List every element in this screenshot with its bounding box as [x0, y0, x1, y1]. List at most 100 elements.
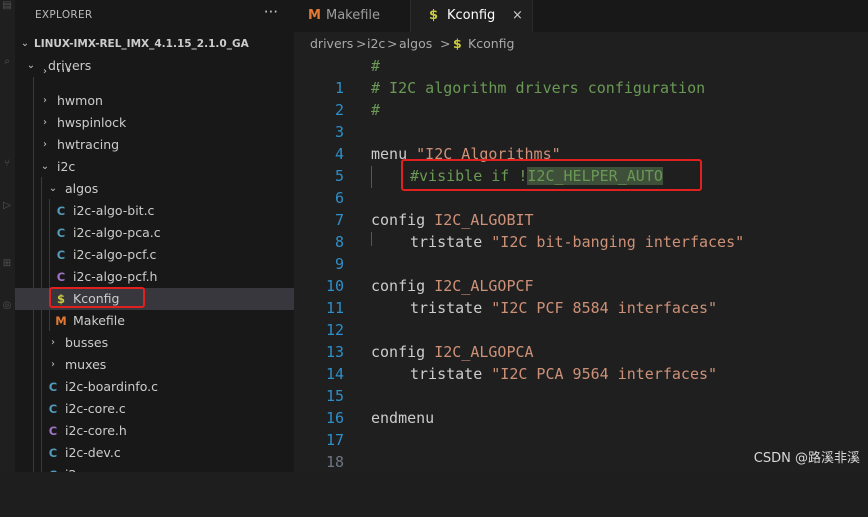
c-file-icon: C	[48, 402, 58, 416]
workspace-root-label: LINUX-IMX-REL_IMX_4.1.15_2.1.0_GA	[34, 38, 249, 50]
code-line[interactable]: 7	[294, 187, 868, 229]
tree-item-algos[interactable]: ⌄ algos	[15, 178, 294, 200]
code-line[interactable]: 8 config I2C_ALGOBIT	[294, 209, 868, 251]
source-control-activity-icon[interactable]: ⑂	[0, 158, 14, 172]
code-line[interactable]: 1 #	[294, 55, 868, 97]
explorer-sidebar: EXPLORER ··· ⌄ LINUX-IMX-REL_IMX_4.1.15_…	[15, 0, 294, 472]
tree-item-busses[interactable]: › busses	[15, 332, 294, 354]
tree-item-label: i2c-core.h	[65, 423, 127, 438]
code-line[interactable]: 12 tristate "I2C PCF 8584 interfaces"	[294, 297, 868, 339]
string-literal: "I2C PCF 8584 interfaces"	[491, 299, 718, 317]
symbol-name: I2C_ALGOBIT	[434, 211, 534, 229]
code-text: endmenu	[371, 409, 435, 427]
keyword: tristate	[410, 299, 492, 317]
chevron-down-icon: ⌄	[48, 183, 58, 194]
code-line[interactable]: 17 endmenu	[294, 407, 868, 449]
string-literal: "I2C bit-banging interfaces"	[491, 233, 745, 251]
tree-item-label: i2c-algo-pcf.h	[73, 269, 158, 284]
code-line[interactable]: 2 # I2C algorithm drivers configuration	[294, 77, 868, 119]
tree-item-label: Makefile	[73, 313, 125, 328]
extensions-activity-icon[interactable]: ⊞	[0, 258, 14, 272]
tree-item-i2c-algo-pcf-c[interactable]: C i2c-algo-pcf.c	[15, 244, 294, 266]
code-text: tristate "I2C bit-banging interfaces"	[410, 231, 744, 253]
remote-activity-icon[interactable]: ◎	[0, 300, 14, 314]
tree-item-muxes[interactable]: › muxes	[15, 354, 294, 376]
explorer-title: EXPLORER	[35, 9, 93, 21]
code-text: #	[371, 101, 381, 119]
workspace-root[interactable]: ⌄ LINUX-IMX-REL_IMX_4.1.15_2.1.0_GA	[15, 33, 294, 55]
tree-item-hwspinlock[interactable]: › hwspinlock	[15, 112, 294, 134]
tree-item-i2c-dev[interactable]: C i2c-dev.c	[15, 442, 294, 464]
breadcrumb-item-kconfig[interactable]: Kconfig	[468, 33, 514, 55]
tree-item-i2c-core-h[interactable]: C i2c-core.h	[15, 420, 294, 442]
breadcrumb-item-drivers[interactable]: drivers	[310, 33, 353, 55]
more-actions-icon[interactable]: ···	[264, 3, 278, 21]
tree-item-i2c[interactable]: ⌄ i2c	[15, 156, 294, 178]
debug-activity-icon[interactable]: ▷	[0, 200, 14, 214]
tree-item-i2c-algo-pca[interactable]: C i2c-algo-pca.c	[15, 222, 294, 244]
tree-item-label: i2c-boardinfo.c	[65, 379, 158, 394]
tab-makefile[interactable]: M Makefile	[294, 0, 411, 32]
symbol-name: I2C_ALGOPCA	[434, 343, 534, 361]
explorer-activity-icon[interactable]: ▤	[0, 0, 14, 14]
string-literal: "I2C PCA 9564 interfaces"	[491, 365, 718, 383]
c-file-icon: C	[47, 464, 59, 472]
tree-item-label: i2c-algo-pca.c	[73, 225, 161, 240]
tab-label: Makefile	[326, 8, 381, 23]
tree-item-i2c-boardinfo[interactable]: C i2c-boardinfo.c	[15, 376, 294, 398]
tree-item-label: i2c-algo-bit.c	[73, 203, 155, 218]
close-icon[interactable]: ×	[512, 0, 523, 32]
tree-item-partial[interactable]: C i2...	[15, 464, 294, 472]
breadcrumb-item-i2c[interactable]: i2c	[367, 33, 385, 55]
breadcrumb: drivers > i2c > algos > $ Kconfig	[294, 33, 868, 55]
chevron-right-icon: ›	[43, 69, 47, 77]
tree-item-label: i2c	[57, 159, 76, 174]
h-file-icon: C	[56, 270, 66, 284]
breadcrumb-separator: >	[387, 36, 398, 51]
tree-item-i2c-algo-pcf-h[interactable]: C i2c-algo-pcf.h	[15, 266, 294, 288]
tab-kconfig[interactable]: $ Kconfig ×	[411, 0, 533, 32]
tree-item-hwtracing[interactable]: › hwtracing	[15, 134, 294, 156]
code-text: tristate "I2C PCA 9564 interfaces"	[410, 363, 717, 385]
tree-item-i2c-algo-bit[interactable]: C i2c-algo-bit.c	[15, 200, 294, 222]
tree-item-hv[interactable]: › hv	[15, 69, 294, 79]
activity-bar: ▤ ⌕ ⑂ ▷ ⊞ ◎	[0, 0, 15, 472]
chevron-right-icon: ›	[51, 337, 55, 348]
kconfig-file-icon: $	[429, 8, 439, 23]
tree-item-hwmon[interactable]: › hwmon	[15, 90, 294, 112]
tree-item-label: i2c-dev.c	[65, 445, 121, 460]
breadcrumb-separator: >	[440, 36, 451, 51]
code-line[interactable]: 4	[294, 121, 868, 163]
chevron-right-icon: ›	[43, 117, 47, 128]
symbol-name: I2C_ALGOPCF	[434, 277, 534, 295]
code-text: #	[371, 57, 381, 75]
tree-item-makefile[interactable]: M Makefile	[15, 310, 294, 332]
breadcrumb-item-algos[interactable]: algos	[399, 33, 432, 55]
search-activity-icon[interactable]: ⌕	[0, 56, 14, 70]
code-line[interactable]: 11 config I2C_ALGOPCF	[294, 275, 868, 317]
keyword: tristate	[410, 233, 492, 251]
keyword: config	[371, 343, 435, 361]
tree-item-label: i2c-algo-pcf.c	[73, 247, 157, 262]
tab-bar: M Makefile $ Kconfig ×	[294, 0, 868, 32]
tree-item-label: hwmon	[57, 93, 103, 108]
editor-area: M Makefile $ Kconfig × drivers > i2c > a…	[294, 0, 868, 472]
code-line[interactable]: 13	[294, 319, 868, 361]
annotation-box-kconfig	[49, 287, 145, 308]
kconfig-file-icon: $	[453, 36, 462, 51]
tree-item-label: muxes	[65, 357, 107, 372]
code-text: tristate "I2C PCF 8584 interfaces"	[410, 297, 717, 319]
code-text: config I2C_ALGOPCA	[371, 341, 534, 363]
code-line[interactable]: 16	[294, 385, 868, 427]
code-line[interactable]: 15 tristate "I2C PCA 9564 interfaces"	[294, 363, 868, 405]
chevron-down-icon: ⌄	[20, 38, 30, 49]
code-text: # I2C algorithm drivers configuration	[371, 79, 706, 97]
chevron-right-icon: ›	[43, 95, 47, 106]
tree-item-i2c-core-c[interactable]: C i2c-core.c	[15, 398, 294, 420]
code-line[interactable]: 10	[294, 253, 868, 295]
code-line[interactable]: 9 tristate "I2C bit-banging interfaces"	[294, 231, 868, 273]
watermark: CSDN @路溪非溪	[753, 451, 860, 466]
chevron-right-icon: ›	[43, 139, 47, 150]
code-line[interactable]: 3 #	[294, 99, 868, 141]
code-line[interactable]: 14 config I2C_ALGOPCA	[294, 341, 868, 383]
